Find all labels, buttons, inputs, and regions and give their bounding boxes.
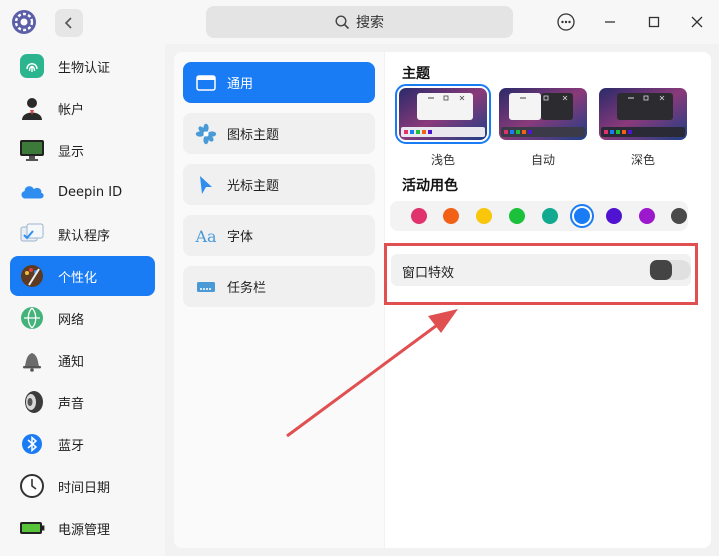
sidebar-item-biometric[interactable]: 生物认证 [10,46,155,86]
display-icon [19,137,45,163]
speaker-icon [19,389,45,415]
more-options-icon [557,13,575,31]
sidebar-item-notification[interactable]: 通知 [10,340,155,380]
light-theme-preview-icon [399,88,487,140]
accent-swatch[interactable] [411,208,427,224]
minimize-button[interactable] [599,11,621,33]
default-apps-icon [19,221,45,247]
sidebar-item-label: 生物认证 [58,60,111,76]
submenu-item-cursor-theme[interactable]: 光标主题 [183,164,375,205]
sidebar-item-label: Deepin ID [58,184,123,200]
sidebar-item-label: 声音 [58,396,85,412]
sidebar-item-label: 个性化 [58,270,98,286]
sidebar-item-label: 蓝牙 [58,438,85,454]
accent-swatch[interactable] [443,208,459,224]
minimize-icon [605,21,615,23]
clock-icon [19,473,45,499]
sidebar-item-label: 电源管理 [58,522,111,538]
sidebar-item-label: 默认程序 [58,228,111,244]
sidebar-item-default-apps[interactable]: 默认程序 [10,214,155,254]
submenu-item-taskbar[interactable]: 任务栏 [183,266,375,307]
theme-label-auto: 自动 [530,153,555,167]
accent-swatch-selected[interactable] [574,208,590,224]
back-button[interactable] [55,9,83,37]
annotation-highlight-box [384,243,698,305]
personalization-submenu: 通用 图标主题 光标主题 Aa 字体 任务栏 [174,52,384,548]
auto-theme-preview-icon [499,88,587,140]
sidebar-item-label: 时间日期 [58,480,111,496]
sidebar-item-deepin-id[interactable]: Deepin ID [10,172,155,212]
maximize-button[interactable] [643,11,665,33]
theme-card-dark[interactable] [599,88,687,140]
chevron-left-icon [64,17,72,29]
submenu-item-label: 任务栏 [227,281,267,296]
sidebar-item-display[interactable]: 显示 [10,130,155,170]
sidebar-item-sound[interactable]: 声音 [10,382,155,422]
accent-swatch[interactable] [639,208,655,224]
accent-color-section-title: 活动用色 [402,178,458,194]
sidebar-item-datetime[interactable]: 时间日期 [10,466,155,506]
sidebar: 生物认证 帐户 显示 Deepin ID 默认程序 个性化 网络 通知 声音 蓝… [0,44,165,556]
sidebar-item-label: 通知 [58,354,85,370]
submenu-item-label: 通用 [227,77,254,92]
theme-label-light: 浅色 [430,153,455,167]
sidebar-item-label: 网络 [58,312,85,328]
battery-icon [19,515,45,541]
general-icon [195,72,217,94]
control-center-logo-icon [10,8,38,36]
bell-icon [19,347,45,373]
bluetooth-icon [19,431,45,457]
accent-swatch[interactable] [606,208,622,224]
theme-card-auto[interactable] [499,88,587,140]
sidebar-item-power[interactable]: 电源管理 [10,508,155,548]
maximize-icon [648,16,660,28]
accent-color-picker [390,201,688,231]
palette-icon [19,263,45,289]
search-icon [335,14,350,29]
cloud-icon [19,179,45,205]
close-icon [691,16,703,28]
sidebar-item-bluetooth[interactable]: 蓝牙 [10,424,155,464]
submenu-item-label: 图标主题 [227,128,280,143]
accent-swatch[interactable] [671,208,687,224]
theme-label-dark: 深色 [630,153,655,167]
submenu-item-label: 字体 [227,230,254,245]
accent-swatch[interactable] [542,208,558,224]
submenu-item-font[interactable]: Aa 字体 [183,215,375,256]
account-icon [19,95,45,121]
menu-button[interactable] [555,11,577,33]
font-icon: Aa [195,226,217,246]
submenu-item-general[interactable]: 通用 [183,62,375,103]
title-bar: 搜索 [0,0,719,44]
cursor-icon [195,174,217,196]
dark-theme-preview-icon [599,88,687,140]
search-input[interactable]: 搜索 [206,6,513,38]
submenu-item-icon-theme[interactable]: 图标主题 [183,113,375,154]
icon-theme-icon [195,123,217,145]
search-placeholder: 搜索 [356,15,384,31]
close-button[interactable] [686,11,708,33]
sidebar-item-account[interactable]: 帐户 [10,88,155,128]
sidebar-item-network[interactable]: 网络 [10,298,155,338]
fingerprint-icon [19,53,45,79]
network-icon [19,305,45,331]
sidebar-item-personalization[interactable]: 个性化 [10,256,155,296]
theme-section-title: 主题 [402,66,430,82]
accent-swatch[interactable] [509,208,525,224]
theme-card-light[interactable] [395,84,491,144]
submenu-item-label: 光标主题 [227,179,280,194]
sidebar-item-label: 帐户 [58,102,85,118]
sidebar-item-label: 显示 [58,144,85,160]
accent-swatch[interactable] [476,208,492,224]
taskbar-icon [195,276,217,298]
